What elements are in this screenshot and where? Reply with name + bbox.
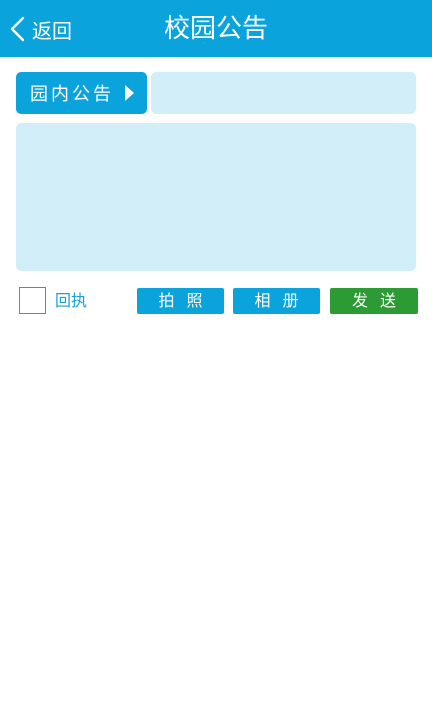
send-button[interactable]: 发送 — [330, 288, 418, 314]
category-label: 园内公告 — [30, 84, 114, 105]
page-title: 校园公告 — [163, 14, 268, 44]
announcement-screen: 返回 校园公告 园内公告 回执 拍照 相册 发送 — [0, 0, 432, 720]
announcement-content-textarea[interactable] — [16, 123, 416, 271]
announcement-title-input[interactable] — [151, 72, 416, 114]
header-bar: 返回 校园公告 — [0, 0, 432, 57]
receipt-checkbox[interactable] — [19, 287, 46, 314]
triangle-right-icon — [125, 85, 134, 101]
category-select-button[interactable]: 园内公告 — [16, 72, 147, 114]
take-photo-button[interactable]: 拍照 — [137, 288, 224, 314]
receipt-label: 回执 — [55, 291, 88, 310]
album-button[interactable]: 相册 — [233, 288, 320, 314]
